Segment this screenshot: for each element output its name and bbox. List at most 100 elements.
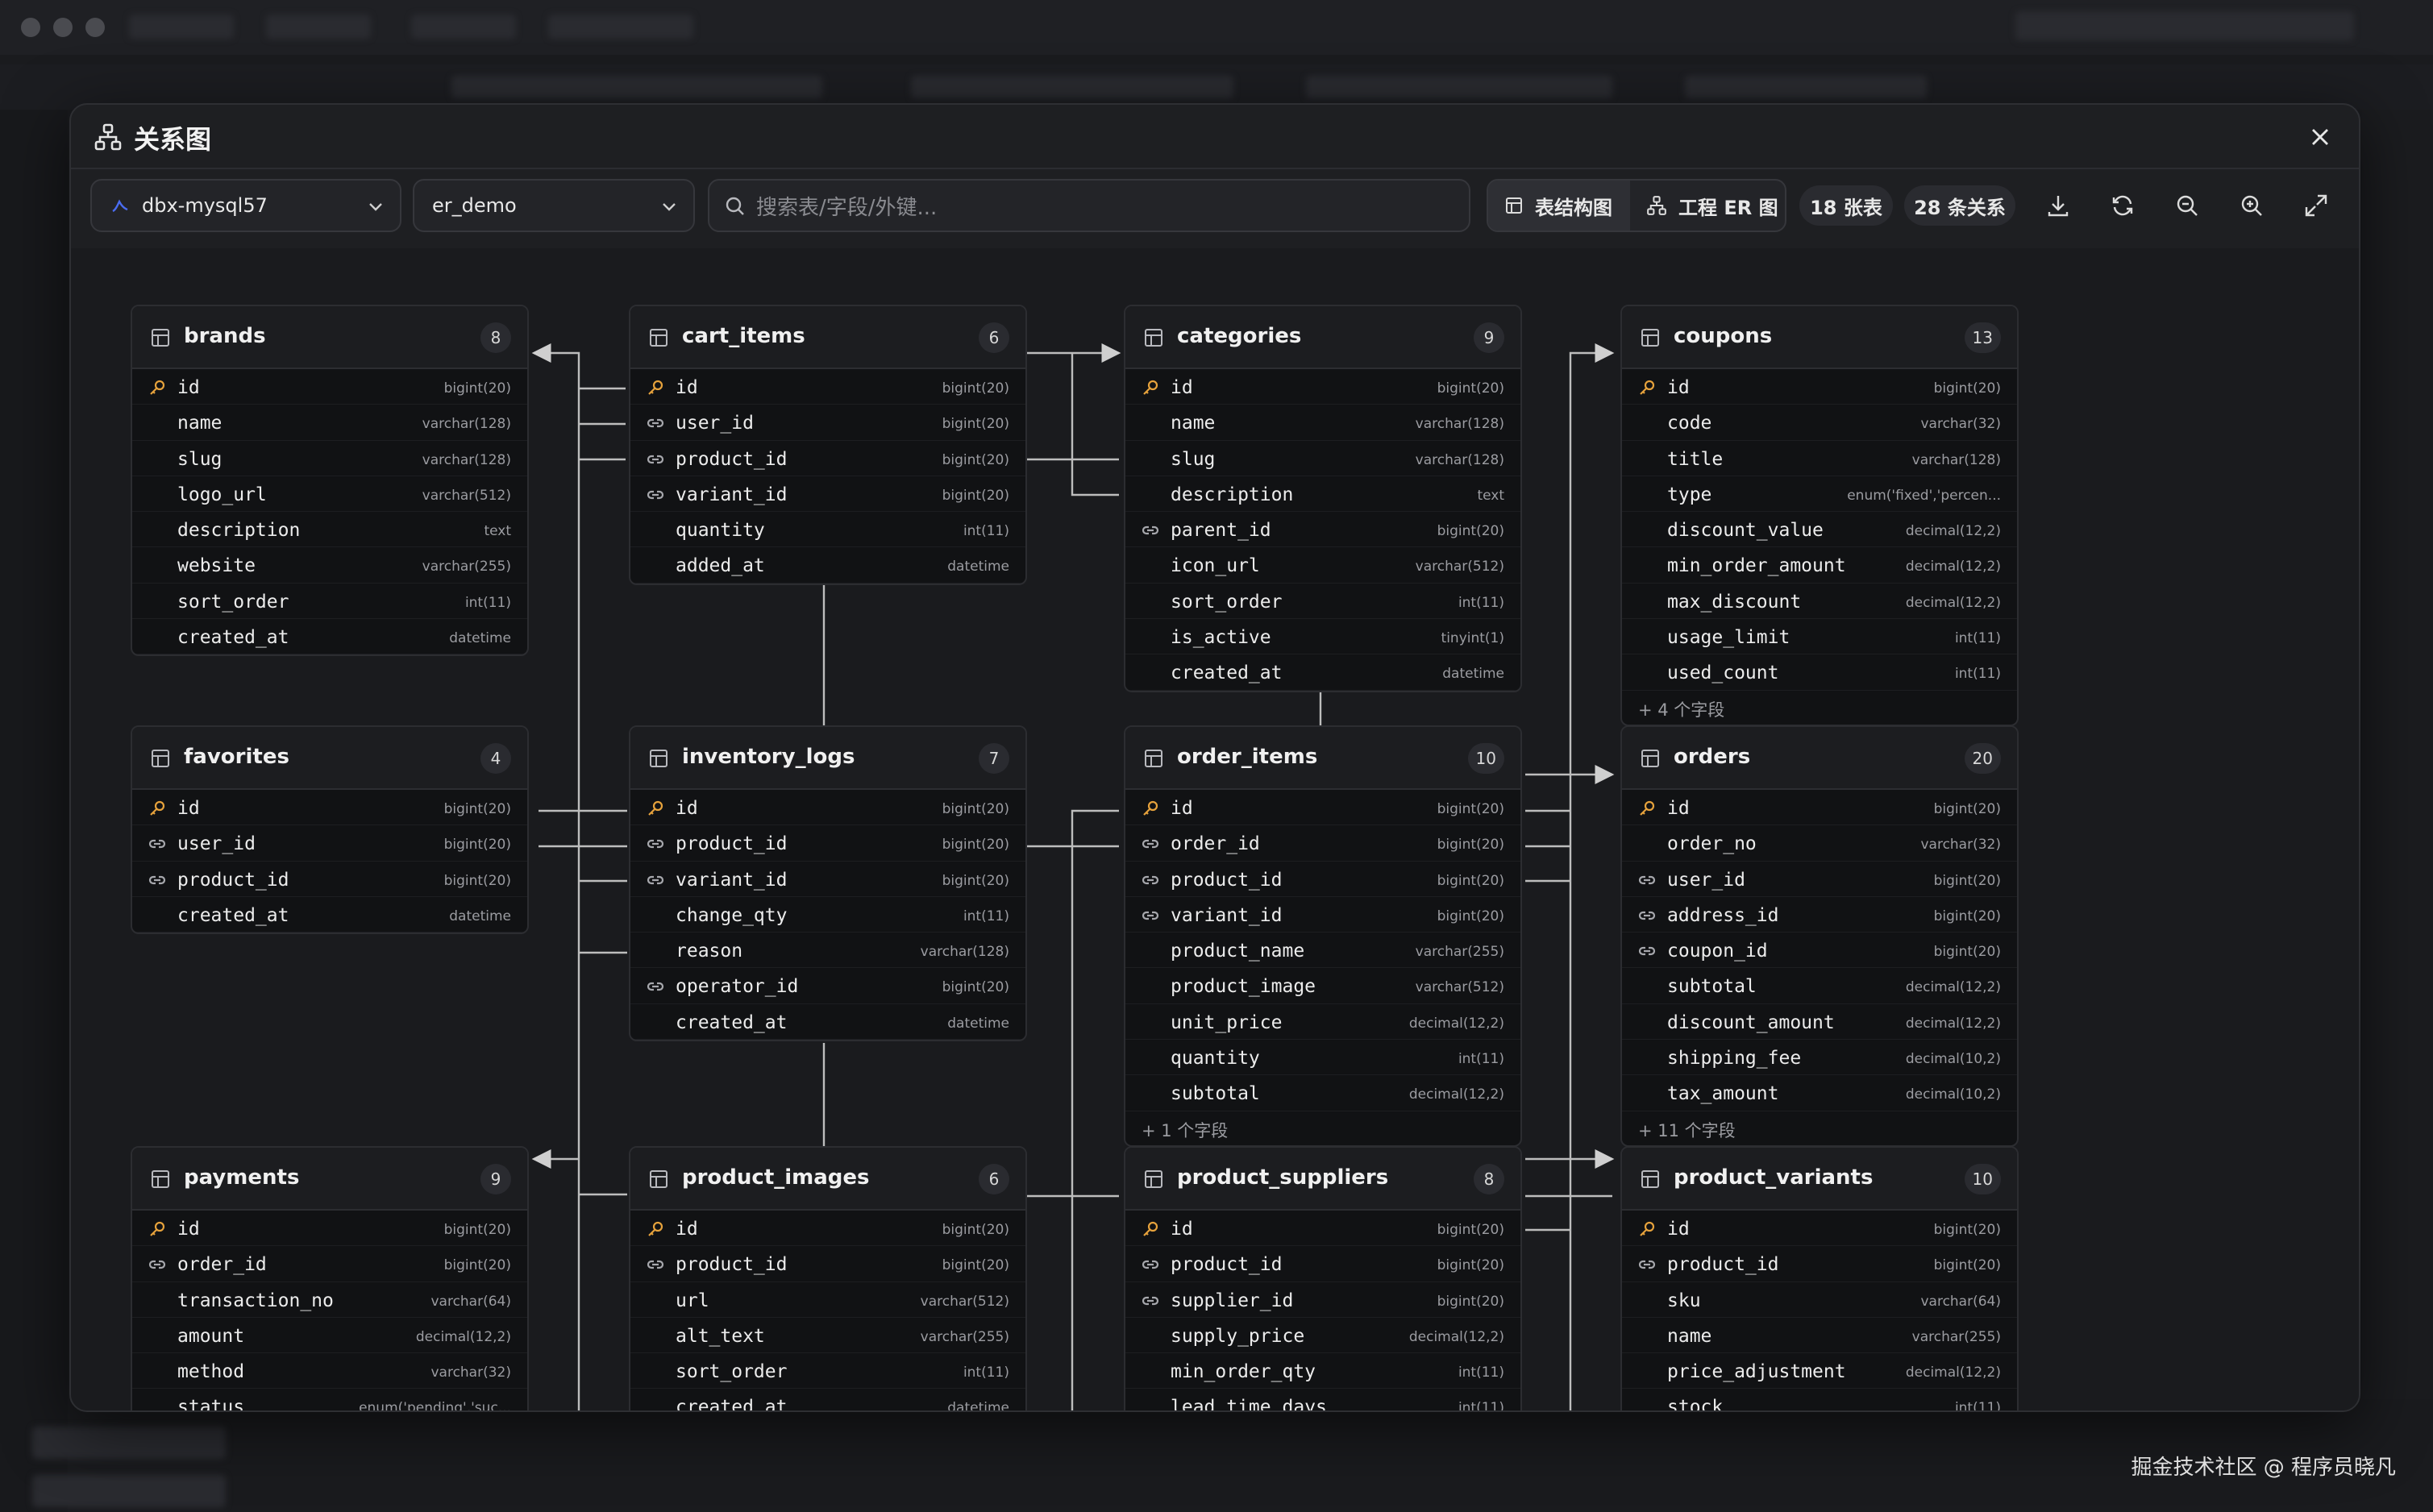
table-card-categories[interactable]: categories 9 id bigint(20) name varchar(128) s…	[1124, 305, 1522, 692]
table-header[interactable]: favorites 4	[132, 727, 527, 790]
field-row[interactable]: supply_price decimal(12,2)	[1125, 1318, 1520, 1354]
field-row[interactable]: code varchar(32)	[1622, 405, 2017, 441]
field-row[interactable]: discount_value decimal(12,2)	[1622, 512, 2017, 548]
field-row[interactable]: user_id bigint(20)	[132, 825, 527, 862]
field-row[interactable]: variant_id bigint(20)	[630, 476, 1025, 513]
field-row[interactable]: used_count int(11)	[1622, 654, 2017, 691]
field-row[interactable]: amount decimal(12,2)	[132, 1318, 527, 1354]
table-card-orders[interactable]: orders 20 id bigint(20) order_no varchar(32) u…	[1620, 725, 2019, 1147]
table-header[interactable]: categories 9	[1125, 306, 1520, 369]
table-header[interactable]: product_images 6	[630, 1148, 1025, 1211]
refresh-button[interactable]	[2107, 190, 2138, 221]
download-button[interactable]	[2043, 190, 2073, 221]
field-row[interactable]: product_id bigint(20)	[1622, 1246, 2017, 1282]
field-row[interactable]: product_id bigint(20)	[1125, 862, 1520, 897]
field-row[interactable]: subtotal decimal(12,2)	[1125, 1075, 1520, 1111]
field-row[interactable]: shipping_fee decimal(10,2)	[1622, 1040, 2017, 1076]
field-row[interactable]: max_discount decimal(12,2)	[1622, 584, 2017, 620]
field-row[interactable]: added_at datetime	[630, 547, 1025, 584]
field-row[interactable]: variant_id bigint(20)	[1125, 897, 1520, 933]
field-row[interactable]: quantity int(11)	[1125, 1040, 1520, 1076]
field-row[interactable]: tax_amount decimal(10,2)	[1622, 1075, 2017, 1111]
diagram-canvas[interactable]: brands 8 id bigint(20) name varchar(128) slug v…	[71, 248, 2359, 1410]
field-row[interactable]: id bigint(20)	[132, 1211, 527, 1247]
field-row[interactable]: slug varchar(128)	[1125, 441, 1520, 476]
field-row[interactable]: id bigint(20)	[1125, 790, 1520, 826]
field-row[interactable]: price_adjustment decimal(12,2)	[1622, 1353, 2017, 1389]
field-row[interactable]: address_id bigint(20)	[1622, 897, 2017, 933]
field-row[interactable]: id bigint(20)	[1622, 369, 2017, 405]
field-row[interactable]: is_active tinyint(1)	[1125, 619, 1520, 655]
field-row[interactable]: created_at datetime	[132, 897, 527, 933]
field-row[interactable]: discount_amount decimal(12,2)	[1622, 1004, 2017, 1041]
field-row[interactable]: url varchar(512)	[630, 1282, 1025, 1318]
table-header[interactable]: cart_items 6	[630, 306, 1025, 369]
field-row[interactable]: unit_price decimal(12,2)	[1125, 1004, 1520, 1041]
table-header[interactable]: product_variants 10	[1622, 1148, 2017, 1211]
table-header[interactable]: coupons 13	[1622, 306, 2017, 369]
field-row[interactable]: product_id bigint(20)	[1125, 1246, 1520, 1282]
field-row[interactable]: product_id bigint(20)	[630, 441, 1025, 476]
field-row[interactable]: lead_time_days int(11)	[1125, 1389, 1520, 1410]
zoom-in-button[interactable]	[2236, 190, 2267, 221]
table-card-order-items[interactable]: order_items 10 id bigint(20) order_id bigint(…	[1124, 725, 1522, 1147]
field-row[interactable]: usage_limit int(11)	[1622, 619, 2017, 655]
field-row[interactable]: method varchar(32)	[132, 1353, 527, 1389]
field-row[interactable]: id bigint(20)	[630, 369, 1025, 405]
more-fields-link[interactable]: + 4 个字段	[1622, 691, 2017, 725]
field-row[interactable]: order_no varchar(32)	[1622, 825, 2017, 862]
fullscreen-button[interactable]	[2301, 190, 2331, 221]
table-card-product-images[interactable]: product_images 6 id bigint(20) product_id big…	[629, 1146, 1027, 1410]
field-row[interactable]: id bigint(20)	[1125, 369, 1520, 405]
table-card-payments[interactable]: payments 9 id bigint(20) order_id bigint(20) t…	[131, 1146, 529, 1410]
field-row[interactable]: sort_order int(11)	[132, 584, 527, 620]
table-header[interactable]: orders 20	[1622, 727, 2017, 790]
field-row[interactable]: name varchar(128)	[132, 405, 527, 441]
field-row[interactable]: created_at datetime	[132, 619, 527, 655]
connection-select[interactable]: dbx-mysql57	[90, 179, 401, 232]
field-row[interactable]: subtotal decimal(12,2)	[1622, 968, 2017, 1004]
field-row[interactable]: sort_order int(11)	[630, 1353, 1025, 1389]
field-row[interactable]: user_id bigint(20)	[630, 405, 1025, 441]
database-select[interactable]: er_demo	[413, 179, 695, 232]
field-row[interactable]: website varchar(255)	[132, 547, 527, 584]
zoom-out-button[interactable]	[2172, 190, 2202, 221]
table-card-product-suppliers[interactable]: product_suppliers 8 id bigint(20) product_id…	[1124, 1146, 1522, 1410]
field-row[interactable]: supplier_id bigint(20)	[1125, 1282, 1520, 1318]
table-header[interactable]: order_items 10	[1125, 727, 1520, 790]
tab-er-view[interactable]: 工程 ER 图	[1630, 181, 1786, 231]
field-row[interactable]: variant_id bigint(20)	[630, 862, 1025, 897]
field-row[interactable]: alt_text varchar(255)	[630, 1318, 1025, 1354]
field-row[interactable]: change_qty int(11)	[630, 897, 1025, 933]
field-row[interactable]: product_id bigint(20)	[630, 1246, 1025, 1282]
field-row[interactable]: min_order_qty int(11)	[1125, 1353, 1520, 1389]
field-row[interactable]: id bigint(20)	[630, 790, 1025, 826]
field-row[interactable]: stock int(11)	[1622, 1389, 2017, 1410]
field-row[interactable]: product_id bigint(20)	[630, 825, 1025, 862]
field-row[interactable]: icon_url varchar(512)	[1125, 547, 1520, 584]
field-row[interactable]: min_order_amount decimal(12,2)	[1622, 547, 2017, 584]
more-fields-link[interactable]: + 1 个字段	[1125, 1111, 1520, 1145]
field-row[interactable]: id bigint(20)	[1125, 1211, 1520, 1247]
field-row[interactable]: product_id bigint(20)	[132, 862, 527, 897]
field-row[interactable]: created_at datetime	[630, 1004, 1025, 1041]
field-row[interactable]: slug varchar(128)	[132, 441, 527, 476]
field-row[interactable]: product_name varchar(255)	[1125, 933, 1520, 969]
field-row[interactable]: quantity int(11)	[630, 512, 1025, 548]
field-row[interactable]: type enum('fixed','percen...	[1622, 476, 2017, 513]
field-row[interactable]: id bigint(20)	[132, 790, 527, 826]
table-card-brands[interactable]: brands 8 id bigint(20) name varchar(128) slug v…	[131, 305, 529, 657]
field-row[interactable]: description text	[132, 512, 527, 548]
field-row[interactable]: description text	[1125, 476, 1520, 513]
field-row[interactable]: coupon_id bigint(20)	[1622, 933, 2017, 969]
close-button[interactable]	[2304, 121, 2336, 153]
table-card-coupons[interactable]: coupons 13 id bigint(20) code varchar(32) titl…	[1620, 305, 2019, 726]
field-row[interactable]: title varchar(128)	[1622, 441, 2017, 476]
field-row[interactable]: created_at datetime	[630, 1389, 1025, 1410]
field-row[interactable]: user_id bigint(20)	[1622, 862, 2017, 897]
field-row[interactable]: reason varchar(128)	[630, 933, 1025, 969]
field-row[interactable]: id bigint(20)	[630, 1211, 1025, 1247]
more-fields-link[interactable]: + 11 个字段	[1622, 1111, 2017, 1145]
field-row[interactable]: parent_id bigint(20)	[1125, 512, 1520, 548]
table-header[interactable]: inventory_logs 7	[630, 727, 1025, 790]
